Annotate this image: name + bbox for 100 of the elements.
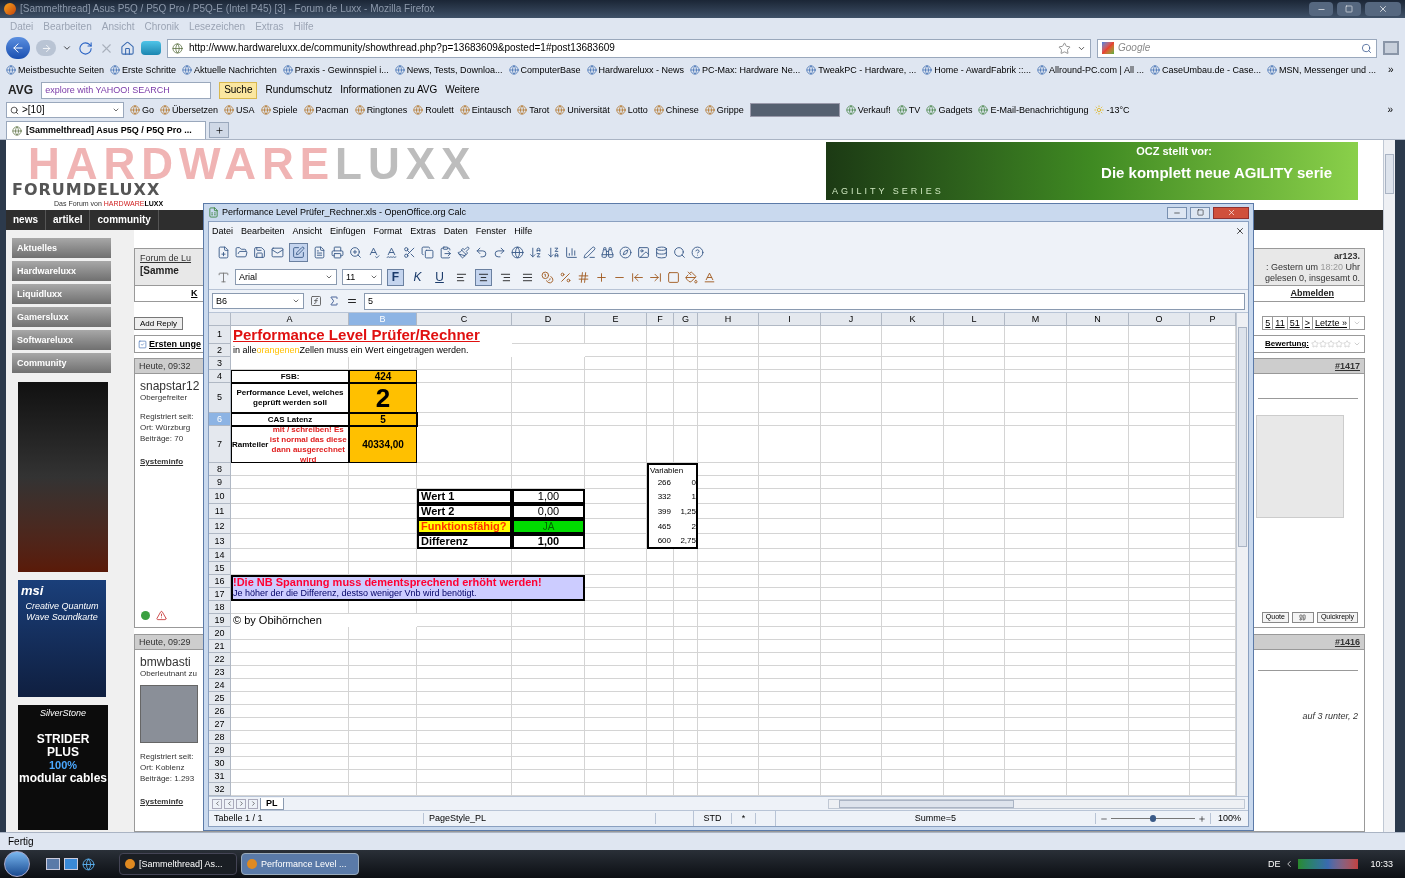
- bookmark-link[interactable]: Hardwareluxx - News: [598, 64, 685, 76]
- row-header[interactable]: 25: [209, 692, 231, 705]
- name-box[interactable]: B6: [212, 293, 304, 309]
- toolbar-link[interactable]: Chinese: [665, 104, 699, 116]
- search-bar[interactable]: Google: [1097, 38, 1377, 58]
- row-header[interactable]: 26: [209, 705, 231, 718]
- bookmark-link[interactable]: News, Tests, Downloa...: [406, 64, 503, 76]
- row-header[interactable]: 24: [209, 679, 231, 692]
- toolbar-link[interactable]: Eintausch: [471, 104, 512, 116]
- toolbar-link[interactable]: Verkauf!: [857, 104, 891, 116]
- yahoo-search-input[interactable]: explore with YAHOO! SEARCH: [45, 84, 208, 96]
- toolbar-link[interactable]: Weitere: [445, 84, 480, 96]
- row-header[interactable]: 1: [209, 326, 231, 344]
- bookmark-link[interactable]: ComputerBase: [520, 64, 581, 76]
- row-header[interactable]: 15: [209, 562, 231, 575]
- bookmark-link[interactable]: CaseUmbau.de - Case...: [1161, 64, 1261, 76]
- more-bookmarks-button[interactable]: »: [1388, 64, 1400, 76]
- toolbar-link[interactable]: Roulett: [425, 104, 454, 116]
- row-header[interactable]: 8: [209, 463, 231, 476]
- row-header[interactable]: 21: [209, 640, 231, 653]
- column-header[interactable]: N: [1067, 313, 1129, 326]
- systeminfo-link[interactable]: Systeminfo: [140, 457, 207, 467]
- toolbar-link[interactable]: Übersetzen: [172, 104, 219, 116]
- row-header[interactable]: 22: [209, 653, 231, 666]
- search-input[interactable]: Google: [1118, 42, 1357, 54]
- toolbar-link[interactable]: TV: [908, 104, 921, 116]
- column-header[interactable]: D: [512, 313, 585, 326]
- toolbar-link[interactable]: Pacman: [315, 104, 349, 116]
- avg-logo[interactable]: AVG: [8, 82, 34, 98]
- row-header[interactable]: 4: [209, 370, 231, 383]
- toolbar-link[interactable]: Tarot: [529, 104, 550, 116]
- menu-item[interactable]: Datei: [212, 225, 233, 237]
- toolbar-link[interactable]: Gadgets: [938, 104, 973, 116]
- row-header[interactable]: 9: [209, 476, 231, 489]
- page-link[interactable]: 51: [1287, 317, 1303, 329]
- menu-item[interactable]: Daten: [443, 225, 468, 237]
- toolbar-link[interactable]: Spiele: [272, 104, 298, 116]
- bookmark-link[interactable]: Erste Schritte: [122, 64, 177, 76]
- column-header[interactable]: O: [1129, 313, 1190, 326]
- format-button[interactable]: F: [387, 268, 404, 286]
- toolbar-link[interactable]: Grippe: [716, 104, 744, 116]
- ad-banner[interactable]: OCZ stellt vor: Die komplett neue AGILITY serie AGILITY SERIES: [826, 142, 1358, 200]
- bookmark-link[interactable]: PC-Max: Hardware Ne...: [702, 64, 801, 76]
- row-header[interactable]: 2: [209, 344, 231, 357]
- row-header[interactable]: 32: [209, 783, 231, 796]
- more-button[interactable]: »: [1387, 104, 1399, 116]
- formula-input[interactable]: 5: [364, 292, 1245, 310]
- row-header[interactable]: 3: [209, 357, 231, 370]
- row-header[interactable]: 23: [209, 666, 231, 679]
- toolbar-link[interactable]: Rundumschutz: [265, 84, 333, 96]
- column-header[interactable]: K: [882, 313, 944, 326]
- page-link[interactable]: >: [1302, 317, 1313, 329]
- row-header[interactable]: 13: [209, 534, 231, 549]
- column-header[interactable]: C: [417, 313, 512, 326]
- menu-item[interactable]: Hilfe: [514, 225, 533, 237]
- page-link[interactable]: Letzte »: [1312, 317, 1350, 329]
- username-link[interactable]: ar123.: [1333, 251, 1360, 262]
- column-header[interactable]: H: [698, 313, 759, 326]
- address-field[interactable]: http://www.hardwareluxx.de/community/showthread.php?p=13683609&posted=1#post13683609: [167, 38, 1091, 58]
- breadcrumb-link[interactable]: Forum de Lu: [140, 253, 207, 264]
- weather-reading[interactable]: -13°C: [1106, 104, 1130, 116]
- taskbar-button[interactable]: Performance Level ...: [241, 853, 359, 875]
- taskbar-button[interactable]: [Sammelthread] As...: [119, 853, 237, 875]
- logout-link[interactable]: Abmelden: [1290, 288, 1334, 299]
- menu-item[interactable]: Format: [373, 225, 403, 237]
- menu-item[interactable]: Einfügen: [330, 225, 366, 237]
- row-header[interactable]: 10: [209, 489, 231, 504]
- bookmark-link[interactable]: Aktuelle Nachrichten: [194, 64, 277, 76]
- menu-item[interactable]: Ansicht: [292, 225, 323, 237]
- silverstone-ad[interactable]: SilverStone STRIDER PLUS 100% modular cables: [18, 705, 108, 830]
- msi-ad[interactable]: msi Creative Quantum Wave Soundkarte: [18, 580, 106, 697]
- row-header[interactable]: 30: [209, 757, 231, 770]
- browser-tab[interactable]: [Sammelthread] Asus P5Q / P5Q Pro ...: [6, 121, 206, 139]
- menu-item[interactable]: Fenster: [475, 225, 507, 237]
- column-header[interactable]: L: [944, 313, 1005, 326]
- bookmark-link[interactable]: Meistbesuchte Seiten: [18, 64, 105, 76]
- column-header[interactable]: J: [821, 313, 882, 326]
- row-header[interactable]: 11: [209, 504, 231, 519]
- column-header[interactable]: M: [1005, 313, 1067, 326]
- format-button[interactable]: U: [431, 268, 448, 286]
- row-header[interactable]: 17: [209, 588, 231, 601]
- toolbar-link[interactable]: Go: [142, 104, 154, 116]
- toolbar-field[interactable]: >[10]: [6, 102, 124, 118]
- username-link[interactable]: snapstar12: [140, 379, 207, 394]
- row-header[interactable]: 16: [209, 575, 231, 588]
- toolbar-link[interactable]: Universität: [567, 104, 610, 116]
- sheet-tab[interactable]: PL: [260, 797, 284, 810]
- toolbar-link[interactable]: Lotto: [627, 104, 648, 116]
- font-size-field[interactable]: 11: [342, 269, 382, 285]
- row-header[interactable]: 5: [209, 383, 231, 413]
- post-number-link[interactable]: #1417: [1334, 360, 1360, 372]
- bookmark-link[interactable]: Allround-PC.com | All ...: [1049, 64, 1144, 76]
- language-indicator[interactable]: DE: [1267, 858, 1281, 870]
- first-unread-link[interactable]: Ersten unge: [149, 338, 201, 350]
- row-header[interactable]: 31: [209, 770, 231, 783]
- column-header[interactable]: I: [759, 313, 821, 326]
- add-reply-button[interactable]: Add Reply: [134, 317, 183, 330]
- column-header[interactable]: G: [674, 313, 698, 326]
- column-header[interactable]: E: [585, 313, 647, 326]
- page-link[interactable]: 11: [1273, 317, 1288, 329]
